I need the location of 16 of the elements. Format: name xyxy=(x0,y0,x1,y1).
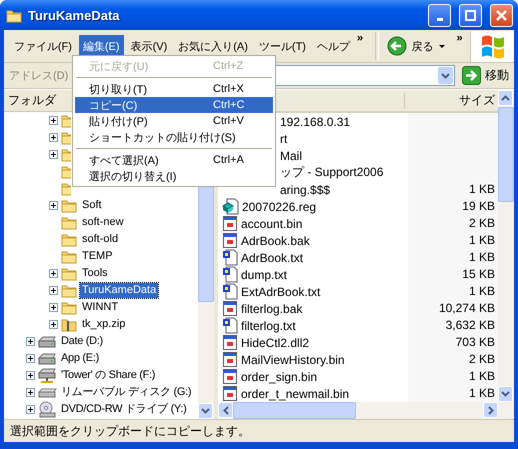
status-text: 選択範囲をクリップボードにコピーします。 xyxy=(10,422,250,440)
file-size: 2 KB xyxy=(408,351,498,368)
file-size: 703 KB xyxy=(408,334,498,351)
file-size: 1 KB xyxy=(408,181,498,198)
file-size: 1 KB xyxy=(408,249,498,266)
file-size: 1 KB xyxy=(408,368,498,385)
file-size: 1 KB xyxy=(408,385,498,402)
window-title: TuruKameData xyxy=(28,8,121,22)
file-size: 1 KB xyxy=(408,283,498,300)
file-size: 3,632 KB xyxy=(408,317,498,334)
file-size: 15 KB xyxy=(408,266,498,283)
file-size: 2 KB xyxy=(408,215,498,232)
file-size: 19 KB xyxy=(408,198,498,215)
file-size: 1 KB xyxy=(408,232,498,249)
file-size: 10,274 KB xyxy=(408,300,498,317)
address-label: アドレス(D) xyxy=(9,69,68,83)
